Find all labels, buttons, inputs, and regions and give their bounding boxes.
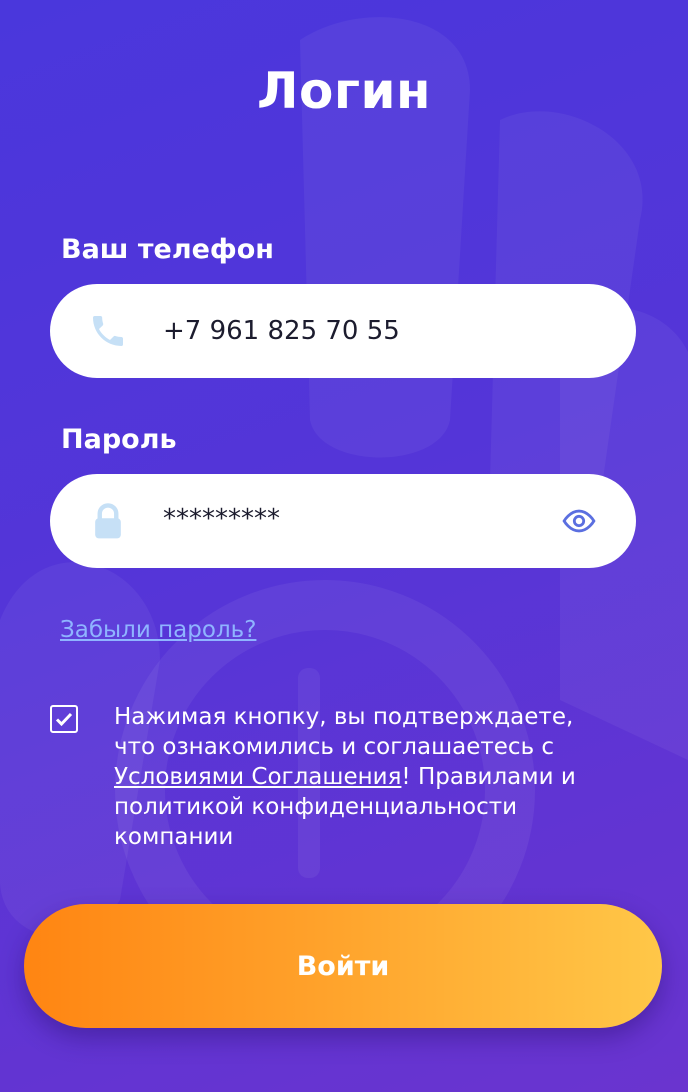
- phone-input[interactable]: [163, 306, 543, 356]
- agreement-text: Нажимая кнопку, вы подтверждаете, что оз…: [114, 702, 604, 852]
- password-input[interactable]: [163, 494, 543, 544]
- login-button[interactable]: Войти: [24, 904, 662, 1028]
- phone-field[interactable]: [50, 284, 636, 378]
- phone-icon: [93, 316, 123, 346]
- agreement-checkbox[interactable]: [50, 705, 78, 733]
- agreement-text-before: Нажимая кнопку, вы подтверждаете, что оз…: [114, 704, 574, 760]
- phone-label: Ваш телефон: [61, 234, 274, 265]
- password-field[interactable]: [50, 474, 636, 568]
- lock-icon: [95, 503, 121, 539]
- forgot-password-link[interactable]: Забыли пароль?: [60, 617, 256, 643]
- agreement-terms-link[interactable]: Условиями Соглашения: [114, 764, 401, 790]
- checkmark-icon: [55, 712, 73, 727]
- page-title: Логин: [256, 62, 432, 120]
- password-label: Пароль: [61, 424, 177, 455]
- eye-icon[interactable]: [562, 504, 596, 538]
